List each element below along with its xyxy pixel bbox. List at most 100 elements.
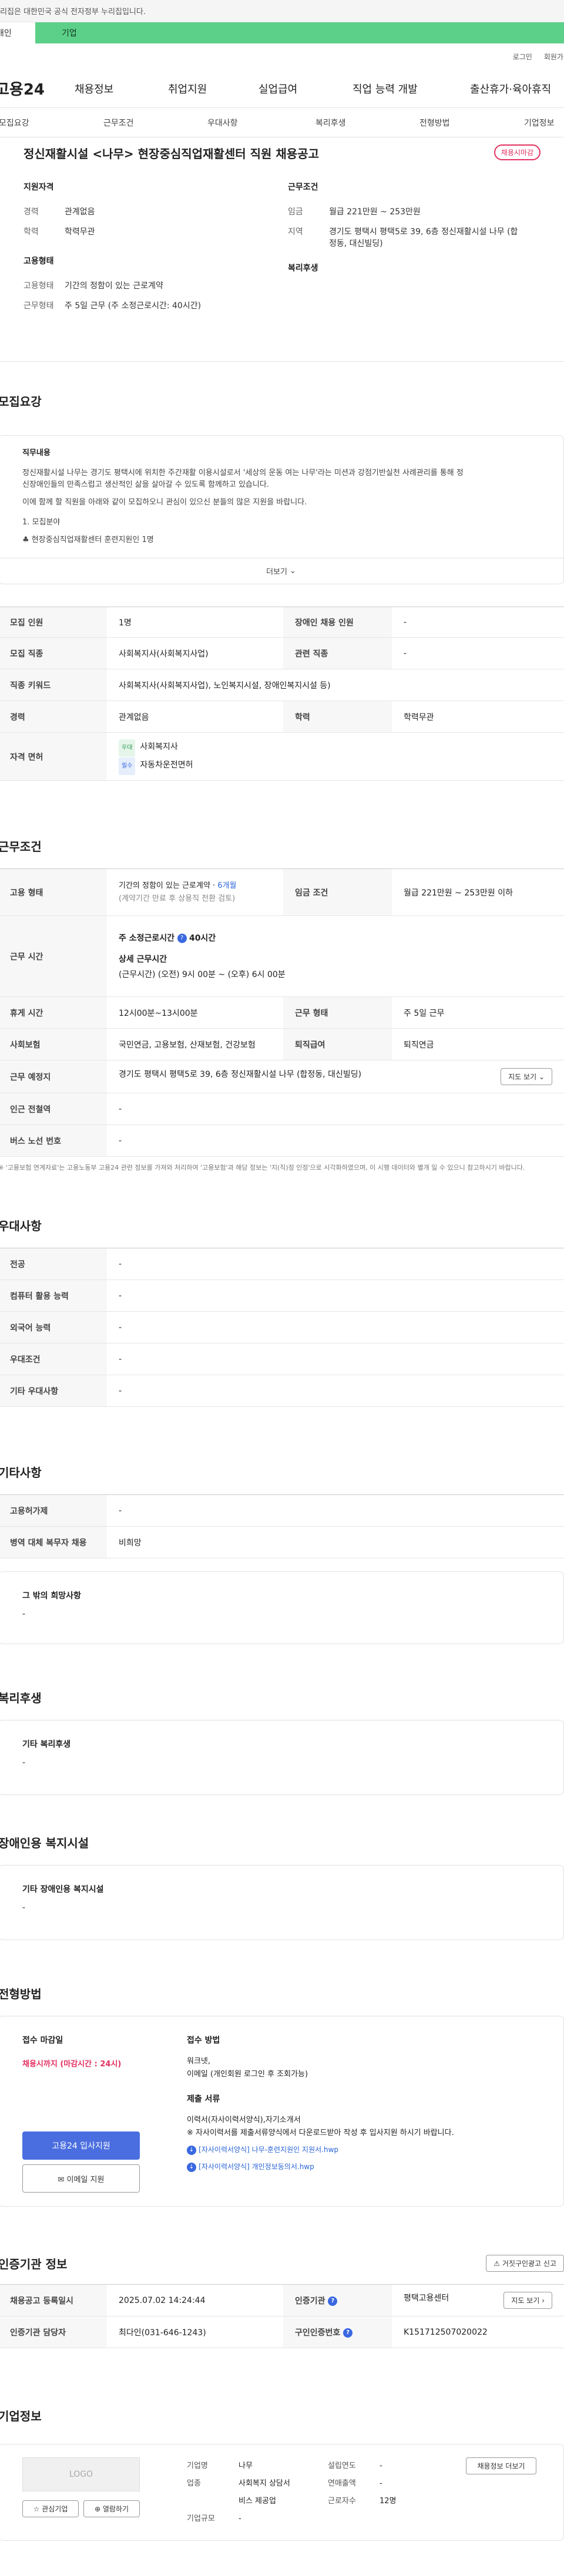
table-row: 경력 관계없음 학력 학력무관 (0, 701, 564, 733)
permit-label: 고용허가제 (0, 1494, 107, 1527)
file-link-1[interactable]: ↓ [자사이력서양식] 나무-훈련지원인 지원서.hwp (187, 2143, 551, 2157)
edu-value: 학력무관 (392, 701, 564, 733)
subway-label: 인근 전철역 (0, 1093, 107, 1125)
favorite-company-button[interactable]: ☆ 관심기업 (22, 2500, 79, 2517)
cert-map-button[interactable]: 지도 보기 › (503, 2292, 552, 2309)
gnb-benefit[interactable]: 실업급여 (258, 81, 297, 96)
company-jobs-button[interactable]: 채용정보 더보기 (466, 2457, 536, 2474)
company-section-title: 기업정보 (0, 2409, 42, 2423)
summary-region-line2: 정동, 대신빌딩) (329, 239, 383, 248)
process-section-title: 전형방법 (0, 1987, 42, 2001)
info-icon[interactable]: ? (177, 933, 187, 943)
hours-label: 근무 시간 (0, 915, 107, 997)
login-link[interactable]: 로그인 (513, 52, 532, 62)
summary-qual-title: 지원자격 (24, 183, 54, 192)
job-title-row: 정신재활시설 <나무> 현장중심직업재활센터 직원 채용공고 채용시마감 (0, 137, 564, 168)
keyword-label: 직종 키워드 (0, 669, 107, 701)
table-row: 우대조건 - (0, 1343, 564, 1375)
gnb-support[interactable]: 취업지원 (168, 81, 207, 96)
file-1-label: [자사이력서양식] 나무-훈련지원인 지원서.hwp (199, 2146, 338, 2154)
file-link-2[interactable]: ↓ [자사이력서양식] 개인정보동의서.hwp (187, 2160, 551, 2174)
job-label: 모집 직종 (0, 637, 107, 669)
info-icon[interactable]: ? (343, 2328, 353, 2338)
cert-header: 인증기관 정보 ⚠ 거짓구인광고 신고 (0, 2255, 564, 2272)
pref-etc-label: 기타 우대사항 (0, 1375, 107, 1407)
related-label: 관련 직종 (283, 637, 392, 669)
follow-company-button[interactable]: ⊕ 열람하기 (83, 2500, 140, 2517)
headcount-value: 1명 (107, 607, 283, 638)
apply-button-label: 고용24 입사지원 (52, 2141, 110, 2151)
summary-welfare-title: 복리후생 (288, 264, 318, 273)
deadline-col: 접수 마감일 채용시까지 (마감시간 : 24시) (22, 2034, 140, 2069)
download-icon: ↓ (187, 2145, 196, 2155)
site-logo[interactable]: 고용24 (0, 78, 63, 99)
welfare-title: 기타 복리후생 (22, 1740, 71, 1749)
method-title: 접수 방법 (187, 2036, 220, 2045)
permit-value: - (107, 1494, 564, 1527)
wage-label: 임금 조건 (283, 868, 392, 916)
gnb-leave[interactable]: 출산휴가·육아휴직 (470, 81, 551, 96)
subnav-work[interactable]: 근무조건 (103, 117, 134, 129)
place-address: 경기도 평택시 평택5로 39, 6층 정신재활시설 나무 (합정동, 대신빌딩… (119, 1070, 362, 1079)
subnav-welfare[interactable]: 복리후생 (315, 117, 346, 129)
cert-section-title: 인증기관 정보 (0, 2257, 68, 2271)
emp-value: 기간의 정함이 있는 근로계약 · 6개월 (계약기간 만료 후 상용직 전환 검… (107, 868, 283, 916)
retire-value: 퇴직연금 (392, 1028, 564, 1060)
work-note: ※ '고용보험 연계자료'는 고용노동부 고용24 관련 정보를 가져와 처리하… (0, 1164, 525, 1171)
certno-label-text: 구인인증번호 (295, 2328, 341, 2338)
subway-value: - (107, 1093, 564, 1125)
duty-p2: 이에 함께 할 직원을 아래와 같이 모집하오니 관심이 있으신 분들의 많은 … (22, 498, 307, 507)
table-row: 직종 키워드 사회복지사(사회복지사업), 노인복지시설, 장애인복지시설 등) (0, 669, 564, 701)
summary-emp-label: 고용형태 (24, 281, 54, 291)
disab-section-title: 장애인용 복지시설 (0, 1836, 89, 1850)
file-2-label: [자사이력서양식] 개인정보동의서.hwp (199, 2163, 314, 2171)
company-labels-1: 기업명 업종 기업규모 (187, 2457, 215, 2528)
more-label: 더보기 (266, 568, 287, 577)
subnav-pref[interactable]: 우대사항 (207, 117, 238, 129)
break-value: 12시00분~13시00분 (107, 996, 283, 1029)
warning-icon: ⚠ (494, 2260, 501, 2268)
license-value: 우대 사회복지사 필수 자동차운전면허 (107, 732, 564, 781)
tab-business[interactable]: 기업 (35, 22, 564, 43)
report-button[interactable]: ⚠ 거짓구인광고 신고 (486, 2255, 564, 2272)
military-label: 병역 대체 복무자 채용 (0, 1526, 107, 1558)
gnb-jobs[interactable]: 채용정보 (75, 81, 113, 96)
job-value: 사회복지사(사회복지사업) (107, 637, 283, 669)
subnav-company[interactable]: 기업정보 (524, 117, 555, 129)
required-chip: 필수 (119, 757, 136, 775)
more-button[interactable]: 더보기 ⌄ (0, 558, 563, 584)
company-biz-value-1: 사회복지 상담서 (239, 2479, 290, 2488)
map-button[interactable]: 지도 보기 ⌄ (501, 1068, 552, 1085)
disab-value: - (22, 1903, 26, 1912)
recruit-section-title: 모집요강 (0, 395, 42, 409)
cert-map-label: 지도 보기 (511, 2296, 540, 2305)
tab-business-label: 기업 (62, 29, 77, 38)
bus-value: - (107, 1124, 564, 1157)
other-section-title: 기타사항 (0, 1466, 42, 1480)
hours-weekly-value: 40시간 (189, 933, 216, 943)
summary-edu-value: 학력무관 (65, 227, 95, 237)
pref-cond-label: 우대조건 (0, 1343, 107, 1375)
mgr-value: 최다인(031-646-1243) (107, 2316, 283, 2348)
tab-personal[interactable]: 개인 (0, 22, 35, 43)
duty-box: 직무내용 정신재활시설 나무는 경기도 평택시에 위치한 주간재활 이용시설로서… (0, 435, 564, 584)
insurance-label: 사회보험 (0, 1028, 107, 1060)
join-link[interactable]: 회원가입 (544, 52, 564, 62)
apply-button[interactable]: 고용24 입사지원 (22, 2131, 140, 2160)
email-apply-button[interactable]: ✉ 이메일 지원 (22, 2164, 140, 2193)
work-section-title: 근무조건 (0, 840, 42, 854)
docs-title: 제출 서류 (187, 2095, 220, 2104)
subnav-recruit[interactable]: 모집요강 (0, 117, 29, 129)
info-icon[interactable]: ? (328, 2296, 338, 2306)
gnb-training[interactable]: 직업 능력 개발 (352, 81, 418, 96)
hope-title: 그 밖의 희망사항 (22, 1591, 81, 1601)
docs-v2: ※ 자사이력서를 제출서류양식에서 다운로드받아 작성 후 입사지원 하시기 바… (187, 2129, 454, 2137)
summary-emp-value: 기간의 정함이 있는 근로계약 (65, 281, 163, 291)
other-table: 고용허가제 - 병역 대체 복무자 채용 비희망 (0, 1494, 564, 1558)
lang-label: 외국어 능력 (0, 1311, 107, 1343)
subnav-process[interactable]: 전형방법 (419, 117, 450, 129)
table-row: 전공 - (0, 1248, 564, 1280)
pref-cond-value: - (107, 1343, 564, 1375)
company-jobs-label: 채용정보 더보기 (477, 2462, 525, 2470)
mgr-label: 인증기관 담당자 (0, 2316, 107, 2348)
